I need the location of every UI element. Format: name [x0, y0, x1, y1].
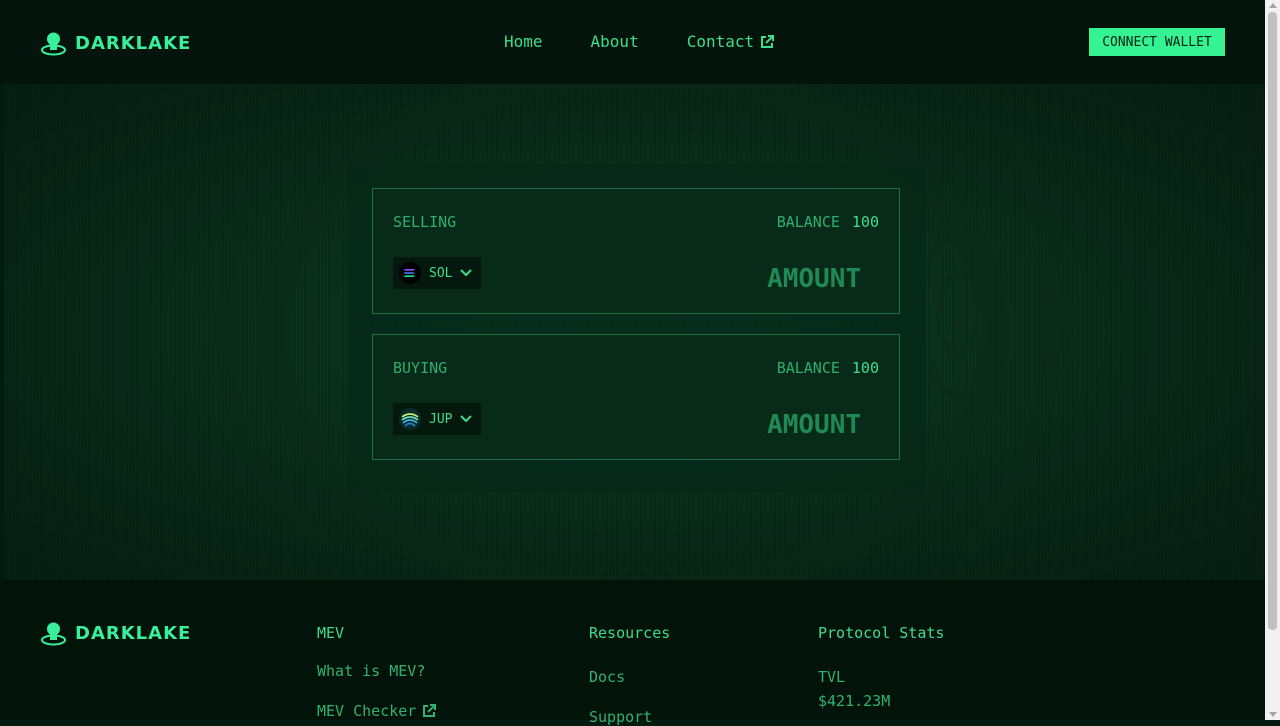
darklake-logo-icon — [41, 622, 66, 646]
external-link-icon — [761, 34, 775, 48]
selling-token-selector[interactable]: SOL — [393, 257, 481, 289]
selling-amount-input[interactable] — [739, 263, 863, 295]
swap-panel: SELLING BALANCE 100 SOL AMOUNT BUYING BA… — [348, 164, 926, 492]
footer-stats-column: Protocol Stats TVL $421.23M — [818, 624, 944, 710]
selling-balance-value: 100 — [851, 213, 879, 231]
buying-label: BUYING — [393, 359, 448, 377]
buying-balance-label: BALANCE — [776, 359, 840, 377]
footer-mev-column: MEV What is MEV? MEV Checker — [317, 624, 437, 720]
main-nav: Home About Contact — [504, 32, 775, 51]
page-scrollbar[interactable] — [1265, 0, 1280, 720]
scroll-down-arrow-icon[interactable] — [1269, 712, 1277, 717]
footer-resources-column: Resources Docs Support — [589, 624, 670, 726]
selling-balance: BALANCE 100 — [777, 213, 879, 231]
jup-token-icon — [399, 408, 421, 430]
footer-link-what-is-mev[interactable]: What is MEV? — [317, 662, 436, 680]
footer-resources-heading: Resources — [589, 624, 671, 642]
footer-brand-name: DARKLAKE — [75, 622, 192, 644]
nav-contact[interactable]: Contact — [686, 32, 775, 51]
buying-balance: BALANCE 100 — [777, 359, 879, 377]
footer-link-mev-checker[interactable]: MEV Checker — [317, 702, 437, 720]
buying-balance-value: 100 — [851, 359, 879, 377]
header-logo[interactable]: DARKLAKE — [40, 30, 191, 56]
footer-logo[interactable]: DARKLAKE — [40, 620, 191, 646]
selling-balance-label: BALANCE — [776, 213, 840, 231]
nav-home[interactable]: Home — [504, 32, 543, 51]
nav-about[interactable]: About — [591, 32, 639, 51]
footer-link-support[interactable]: Support — [589, 708, 670, 726]
tvl-value: $421.23M — [818, 692, 891, 710]
selling-token-symbol: SOL — [429, 265, 453, 281]
footer-stats-heading: Protocol Stats — [818, 624, 945, 642]
chevron-down-icon — [460, 415, 473, 423]
footer-mev-heading: MEV — [317, 624, 345, 642]
footer-link-docs[interactable]: Docs — [589, 668, 670, 686]
buying-amount-input[interactable] — [739, 409, 863, 441]
sol-token-icon — [399, 262, 421, 284]
footer-link-mev-checker-label: MEV Checker — [317, 702, 417, 720]
buying-card: BUYING BALANCE 100 JUP — [372, 334, 900, 460]
nav-contact-label: Contact — [686, 32, 755, 51]
buying-token-symbol: JUP — [429, 411, 453, 427]
chevron-down-icon — [460, 269, 473, 277]
scroll-up-arrow-icon[interactable] — [1269, 3, 1277, 8]
page-footer: DARKLAKE MEV What is MEV? MEV Checker Re… — [0, 580, 1265, 726]
selling-card: SELLING BALANCE 100 SOL — [372, 188, 900, 314]
buying-token-selector[interactable]: JUP — [393, 403, 481, 435]
top-header: DARKLAKE Home About Contact CONNECT WALL… — [0, 0, 1265, 84]
selling-label: SELLING — [393, 213, 457, 231]
external-link-icon — [423, 704, 437, 717]
scrollbar-thumb[interactable] — [1268, 12, 1277, 630]
brand-name: DARKLAKE — [75, 32, 192, 54]
tvl-label: TVL — [818, 668, 846, 686]
connect-wallet-button[interactable]: CONNECT WALLET — [1089, 28, 1225, 56]
swap-section: SELLING BALANCE 100 SOL AMOUNT BUYING BA… — [4, 84, 1265, 580]
darklake-logo-icon — [41, 32, 66, 56]
